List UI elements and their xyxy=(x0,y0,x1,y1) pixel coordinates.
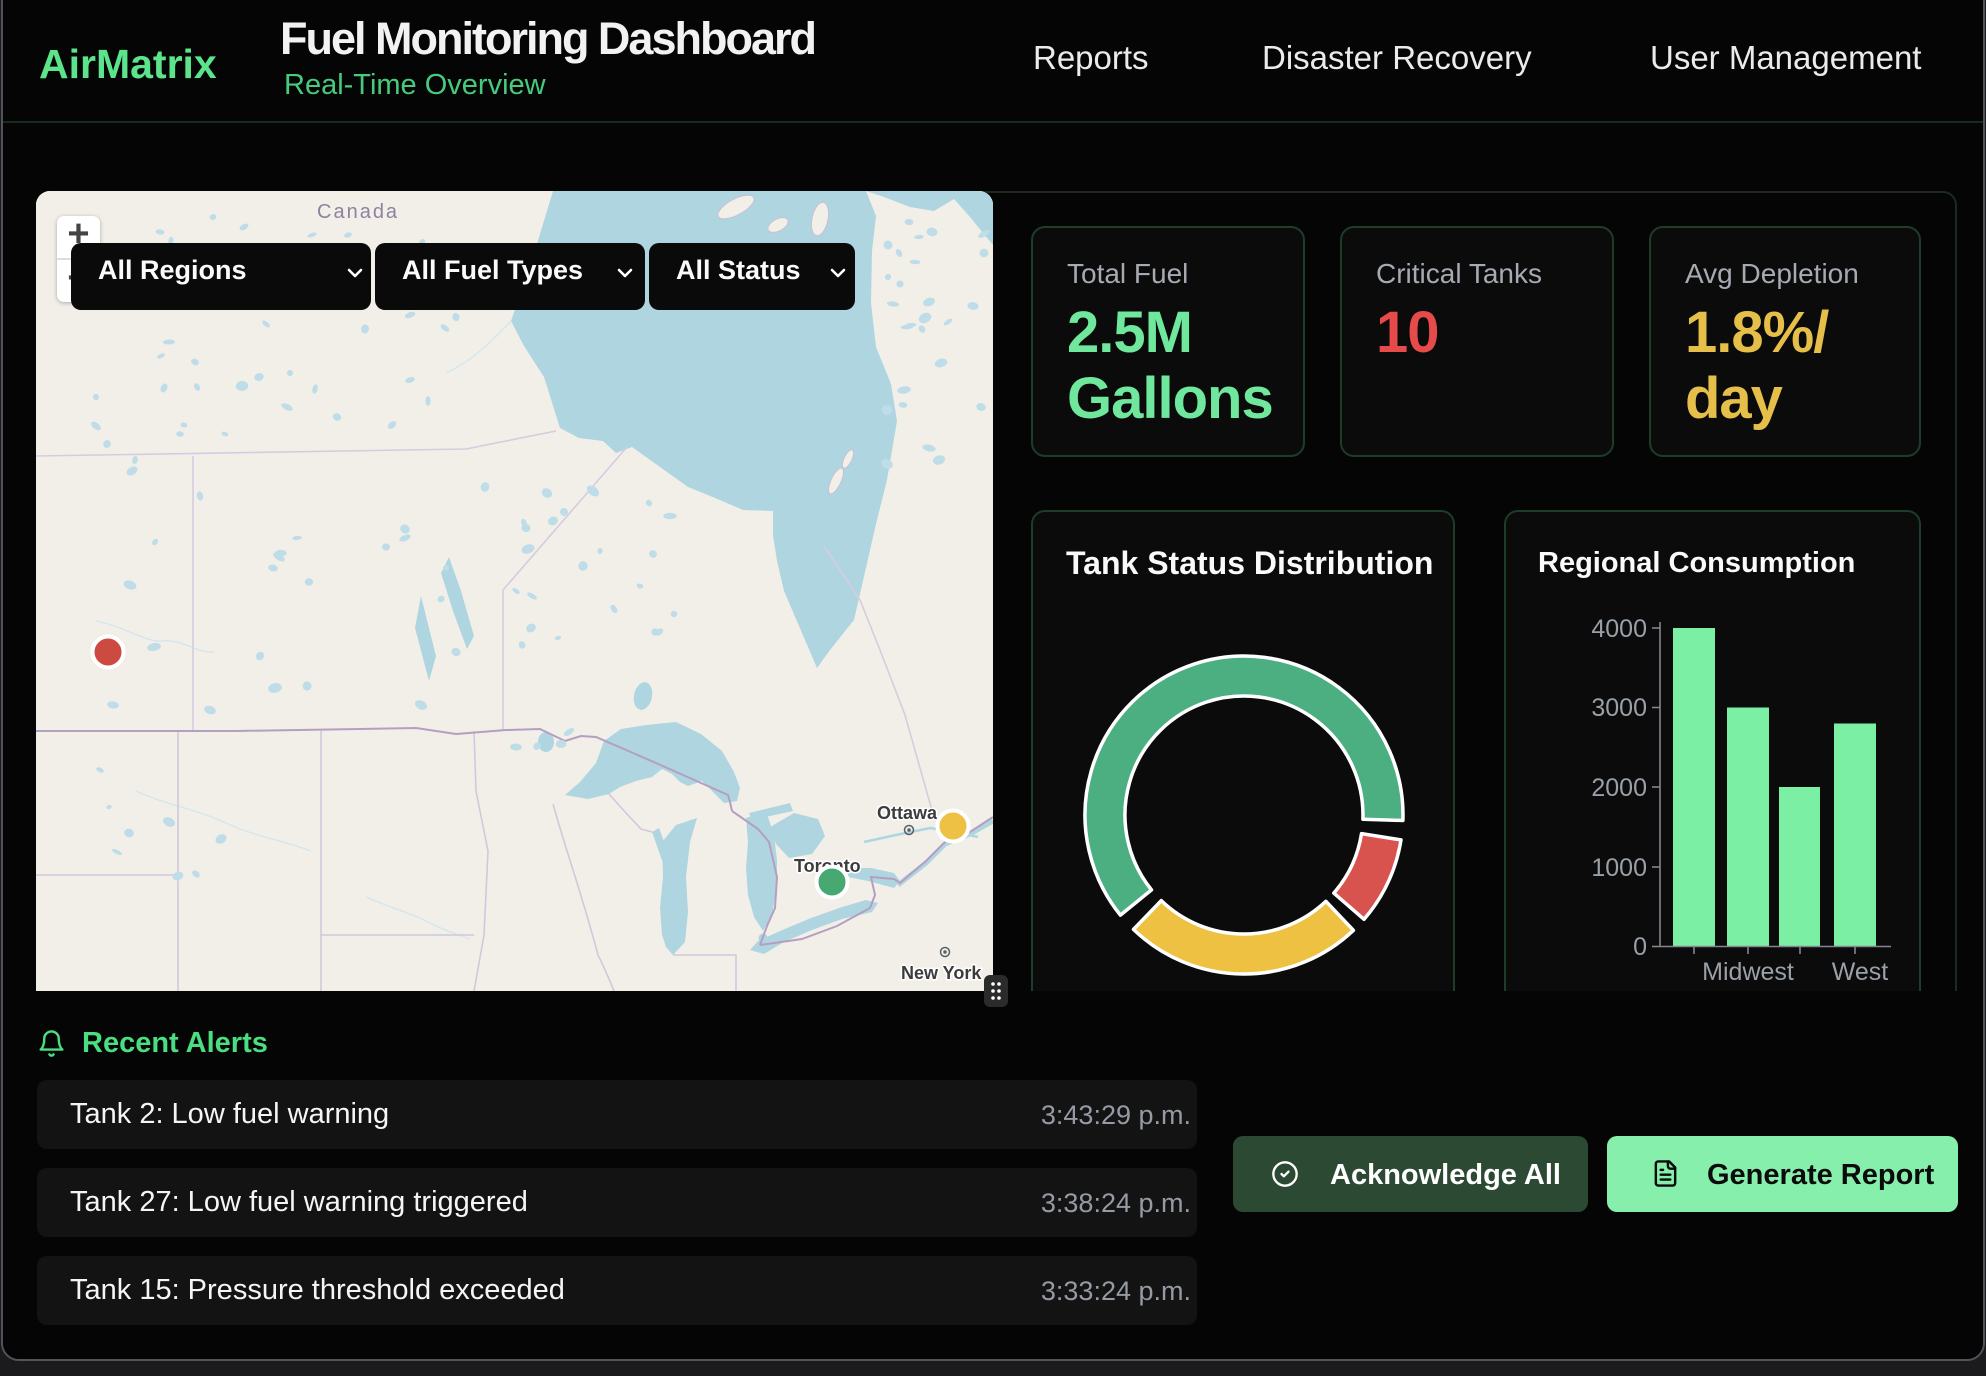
svg-text:Midwest: Midwest xyxy=(1702,958,1794,986)
svg-text:Ottawa: Ottawa xyxy=(877,803,938,823)
svg-text:1000: 1000 xyxy=(1591,854,1647,882)
svg-text:2000: 2000 xyxy=(1591,774,1647,802)
svg-text:Canada: Canada xyxy=(317,201,399,223)
svg-text:0: 0 xyxy=(1633,933,1647,961)
svg-text:New York: New York xyxy=(901,963,982,983)
svg-text:4000: 4000 xyxy=(1591,615,1647,643)
svg-text:West: West xyxy=(1832,958,1889,986)
svg-text:3000: 3000 xyxy=(1591,694,1647,722)
